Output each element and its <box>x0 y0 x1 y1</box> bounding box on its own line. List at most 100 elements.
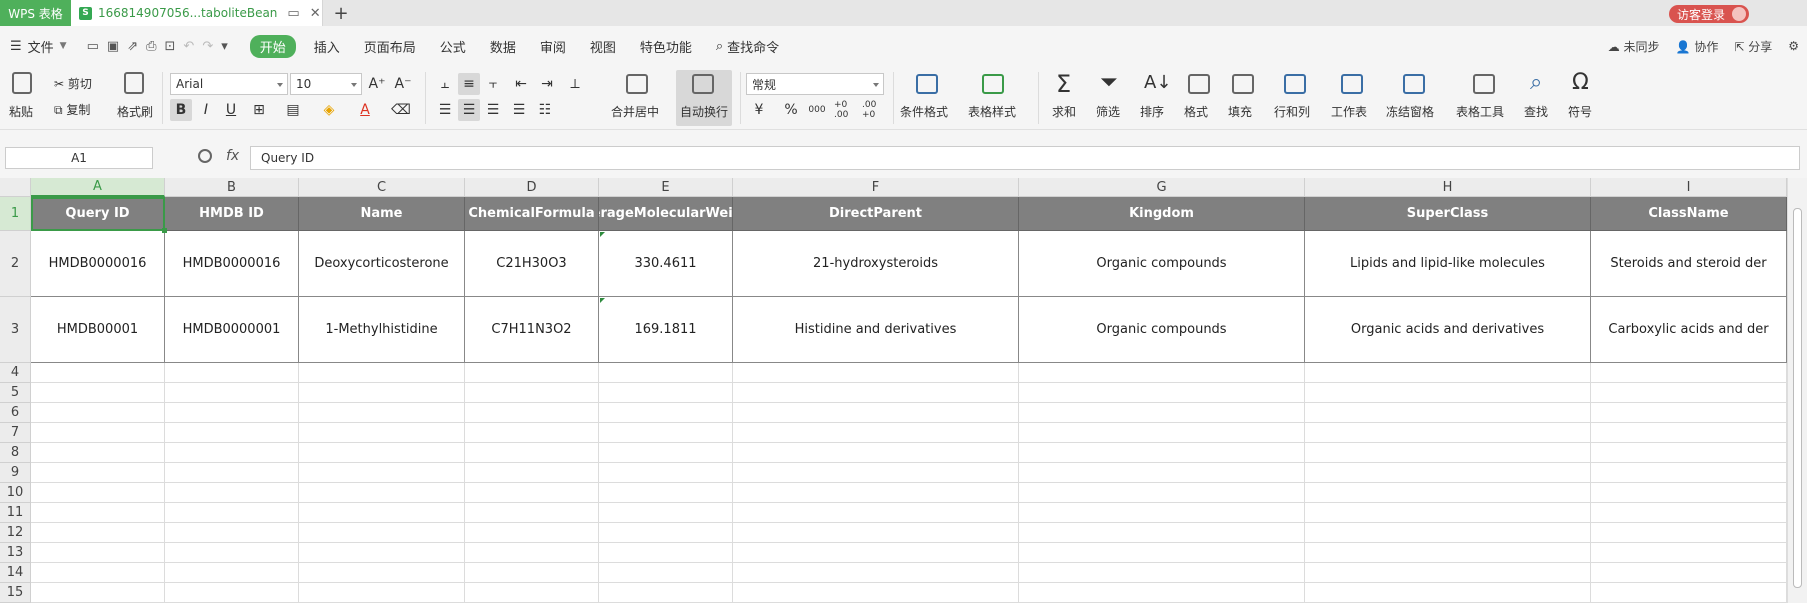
header-cell[interactable]: AverageMolecularWeight <box>599 197 733 231</box>
align-left-icon[interactable]: ☰ <box>434 99 456 121</box>
symbol-button[interactable]: 符号 <box>1568 103 1592 120</box>
empty-cell[interactable] <box>1305 443 1591 463</box>
text-direction-icon[interactable]: ⟂ <box>564 73 586 95</box>
empty-cell[interactable] <box>733 383 1019 403</box>
empty-cell[interactable] <box>299 383 465 403</box>
indent-increase-icon[interactable]: ⇥ <box>536 73 558 95</box>
empty-cell[interactable] <box>465 443 599 463</box>
copy-button[interactable]: ⧉ 复制 <box>54 101 90 118</box>
empty-cell[interactable] <box>733 543 1019 563</box>
freeze-panes-icon[interactable] <box>1403 74 1425 94</box>
empty-cell[interactable] <box>465 403 599 423</box>
decrease-decimal-button[interactable]: .00 +0 <box>862 99 888 121</box>
align-top-icon[interactable]: ⫠ <box>434 73 456 95</box>
empty-cell[interactable] <box>1019 563 1305 583</box>
app-tab[interactable]: WPS 表格 <box>0 0 71 26</box>
wrap-text-button[interactable]: 自动换行 <box>680 103 728 120</box>
find-button[interactable]: 查找 <box>1524 103 1548 120</box>
data-cell[interactable]: 330.4611 <box>599 231 733 297</box>
empty-cell[interactable] <box>165 363 299 383</box>
empty-cell[interactable] <box>599 503 733 523</box>
empty-cell[interactable] <box>733 483 1019 503</box>
empty-cell[interactable] <box>31 543 165 563</box>
empty-cell[interactable] <box>1019 583 1305 603</box>
data-cell[interactable]: Lipids and lipid-like molecules <box>1305 231 1591 297</box>
row-header[interactable]: 4 <box>0 363 31 383</box>
empty-cell[interactable] <box>465 523 599 543</box>
empty-cell[interactable] <box>733 563 1019 583</box>
conditional-format-button[interactable]: 条件格式 <box>900 103 948 120</box>
empty-cell[interactable] <box>733 503 1019 523</box>
empty-cell[interactable] <box>465 383 599 403</box>
row-header[interactable]: 5 <box>0 383 31 403</box>
empty-cell[interactable] <box>733 363 1019 383</box>
row-header[interactable]: 1 <box>0 197 31 231</box>
empty-cell[interactable] <box>465 543 599 563</box>
empty-cell[interactable] <box>165 583 299 603</box>
empty-cell[interactable] <box>31 363 165 383</box>
clear-format-icon[interactable]: ⌫ <box>390 99 412 121</box>
empty-cell[interactable] <box>733 463 1019 483</box>
empty-cell[interactable] <box>599 383 733 403</box>
row-header[interactable]: 3 <box>0 297 31 363</box>
sync-status[interactable]: ☁ 未同步 <box>1608 38 1660 55</box>
data-cell[interactable]: Histidine and derivatives <box>733 297 1019 363</box>
empty-cell[interactable] <box>465 463 599 483</box>
empty-cell[interactable] <box>1591 463 1787 483</box>
empty-cell[interactable] <box>1305 583 1591 603</box>
font-color-icon[interactable]: A <box>354 99 376 121</box>
empty-cell[interactable] <box>165 503 299 523</box>
empty-cell[interactable] <box>31 423 165 443</box>
paste-icon[interactable] <box>12 72 32 94</box>
row-header[interactable]: 15 <box>0 583 31 603</box>
file-menu[interactable]: ☰ 文件 ▼ <box>10 37 67 56</box>
header-cell[interactable]: DirectParent <box>733 197 1019 231</box>
row-header[interactable]: 8 <box>0 443 31 463</box>
font-family-select[interactable]: Arial <box>170 73 288 95</box>
row-header[interactable]: 2 <box>0 231 31 297</box>
empty-cell[interactable] <box>1305 463 1591 483</box>
align-middle-icon[interactable]: ≡ <box>458 73 480 95</box>
empty-cell[interactable] <box>1591 523 1787 543</box>
collaborate-button[interactable]: 👤 协作 <box>1676 38 1719 55</box>
symbol-icon[interactable]: Ω <box>1572 70 1589 95</box>
empty-cell[interactable] <box>299 543 465 563</box>
function-icon[interactable]: fx <box>226 148 239 164</box>
worksheet-icon[interactable] <box>1341 74 1363 94</box>
empty-cell[interactable] <box>299 563 465 583</box>
print-icon[interactable]: ⎙ <box>146 39 156 54</box>
open-icon[interactable]: ▭ <box>87 39 99 54</box>
worksheet-button[interactable]: 工作表 <box>1331 103 1367 120</box>
data-cell[interactable]: C7H11N3O2 <box>465 297 599 363</box>
header-cell[interactable]: ClassName <box>1591 197 1787 231</box>
data-cell[interactable]: HMDB00001 <box>31 297 165 363</box>
distribute-icon[interactable]: ☷ <box>534 99 556 121</box>
format-painter-icon[interactable] <box>124 72 144 94</box>
row-header[interactable]: 14 <box>0 563 31 583</box>
align-right-icon[interactable]: ☰ <box>482 99 504 121</box>
empty-cell[interactable] <box>465 483 599 503</box>
search-command[interactable]: ⌕ 查找命令 <box>716 37 779 56</box>
settings-icon[interactable]: ⚙ <box>1788 39 1799 53</box>
increase-decimal-button[interactable]: +0 .00 <box>834 99 860 121</box>
sort-button[interactable]: 排序 <box>1140 103 1164 120</box>
empty-cell[interactable] <box>599 523 733 543</box>
new-tab-button[interactable]: + <box>323 0 359 26</box>
data-cell[interactable]: 1-Methylhistidine <box>299 297 465 363</box>
empty-cell[interactable] <box>1019 443 1305 463</box>
fill-icon[interactable] <box>1232 74 1254 94</box>
empty-cell[interactable] <box>165 463 299 483</box>
row-header[interactable]: 13 <box>0 543 31 563</box>
data-cell[interactable]: Organic compounds <box>1019 231 1305 297</box>
empty-cell[interactable] <box>299 363 465 383</box>
empty-cell[interactable] <box>1019 503 1305 523</box>
empty-cell[interactable] <box>1019 523 1305 543</box>
wrap-text-icon[interactable] <box>692 74 714 94</box>
formula-input[interactable]: Query ID <box>250 146 1800 170</box>
empty-cell[interactable] <box>299 483 465 503</box>
empty-cell[interactable] <box>1591 543 1787 563</box>
empty-cell[interactable] <box>1019 423 1305 443</box>
empty-cell[interactable] <box>1305 523 1591 543</box>
menu-formulas[interactable]: 公式 <box>440 37 466 56</box>
redo-icon[interactable]: ↷ <box>202 39 213 54</box>
